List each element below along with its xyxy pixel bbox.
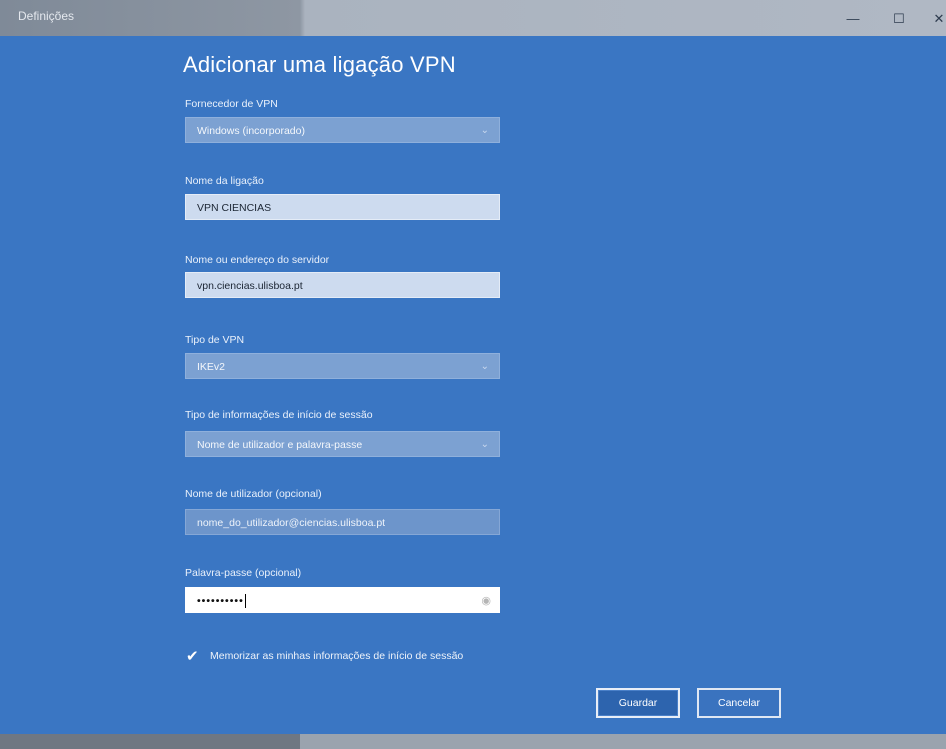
username-value: nome_do_utilizador@ciencias.ulisboa.pt xyxy=(197,517,386,529)
remember-signin-label: Memorizar as minhas informações de iníci… xyxy=(210,650,464,662)
vpn-type-dropdown[interactable]: IKEv2 ⌄ xyxy=(185,353,500,379)
signin-type-dropdown[interactable]: Nome de utilizador e palavra-passe ⌄ xyxy=(185,431,500,457)
taskbar-edge xyxy=(0,734,946,749)
eye-icon[interactable]: ◉ xyxy=(481,588,491,614)
password-value: •••••••••• xyxy=(197,595,244,607)
checkmark-icon[interactable]: ✔ xyxy=(186,648,204,666)
vpn-provider-label: Fornecedor de VPN xyxy=(185,98,278,110)
username-input[interactable]: nome_do_utilizador@ciencias.ulisboa.pt xyxy=(185,509,500,535)
connection-name-label: Nome da ligação xyxy=(185,175,264,187)
server-input[interactable]: vpn.ciencias.ulisboa.pt xyxy=(185,272,500,298)
chevron-down-icon: ⌄ xyxy=(480,361,489,372)
settings-window: Definições — ☐ ✕ Adicionar uma ligação V… xyxy=(0,0,946,749)
vpn-type-value: IKEv2 xyxy=(197,361,226,373)
connection-name-input[interactable]: VPN CIENCIAS xyxy=(185,194,500,220)
text-caret xyxy=(244,594,246,609)
username-label: Nome de utilizador (opcional) xyxy=(185,488,322,500)
signin-type-label: Tipo de informações de início de sessão xyxy=(185,409,373,421)
password-label: Palavra-passe (opcional) xyxy=(185,567,302,579)
chevron-down-icon: ⌄ xyxy=(480,125,489,136)
close-button[interactable]: ✕ xyxy=(916,4,946,34)
save-button[interactable]: Guardar xyxy=(596,688,680,718)
page-title: Adicionar uma ligação VPN xyxy=(183,52,456,77)
window-title: Definições xyxy=(18,9,75,23)
password-input[interactable]: •••••••••• ◉ xyxy=(185,587,500,613)
cancel-button[interactable]: Cancelar xyxy=(697,688,781,718)
title-bar: Definições — ☐ ✕ xyxy=(0,0,946,36)
connection-name-value: VPN CIENCIAS xyxy=(197,202,272,214)
chevron-down-icon: ⌄ xyxy=(480,439,489,450)
signin-type-value: Nome de utilizador e palavra-passe xyxy=(197,439,363,451)
server-value: vpn.ciencias.ulisboa.pt xyxy=(197,280,303,292)
vpn-type-label: Tipo de VPN xyxy=(185,334,245,346)
vpn-provider-dropdown[interactable]: Windows (incorporado) ⌄ xyxy=(185,117,500,143)
minimize-button[interactable]: — xyxy=(830,4,876,34)
server-label: Nome ou endereço do servidor xyxy=(185,254,330,266)
vpn-provider-value: Windows (incorporado) xyxy=(197,125,305,137)
